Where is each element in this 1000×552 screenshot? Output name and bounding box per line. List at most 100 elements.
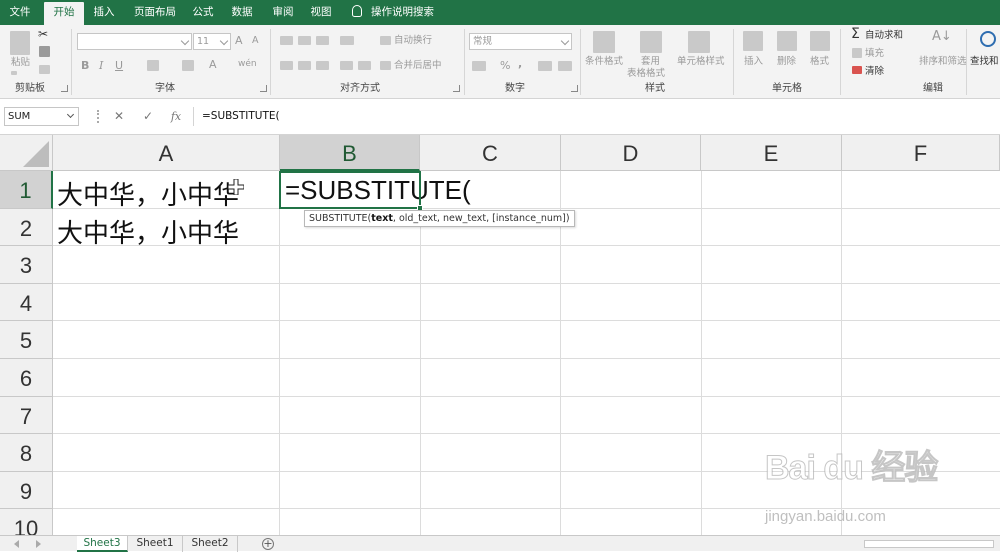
increase-decimal-icon[interactable] (538, 61, 552, 71)
tab-formulas[interactable]: 公式 (186, 0, 220, 25)
format-cells-icon[interactable] (810, 31, 830, 51)
paste-dropdown-icon[interactable] (11, 71, 17, 75)
row-header-7[interactable]: 7 (0, 397, 53, 434)
sheet-tab-sheet1[interactable]: Sheet1 (128, 536, 183, 552)
accounting-format-icon[interactable] (472, 61, 486, 71)
delete-cells-button[interactable]: 删除 (777, 56, 796, 68)
tab-data[interactable]: 数据 (224, 0, 260, 25)
scroll-right-icon[interactable] (36, 540, 41, 548)
name-box[interactable]: SUM (4, 107, 79, 126)
align-top-icon[interactable] (280, 36, 293, 45)
insert-cells-icon[interactable] (743, 31, 763, 51)
font-name-field[interactable] (77, 33, 192, 50)
eraser-icon[interactable] (852, 66, 862, 74)
format-as-table-line2[interactable]: 表格格式 (627, 68, 665, 80)
italic-button[interactable]: I (99, 59, 103, 72)
delete-cells-icon[interactable] (777, 31, 797, 51)
tab-file[interactable]: 文件 (0, 0, 40, 25)
row-header-2[interactable]: 2 (0, 209, 53, 246)
select-all-button[interactable] (0, 135, 53, 171)
format-as-table-line1[interactable]: 套用 (641, 56, 660, 68)
paste-icon[interactable] (10, 31, 30, 55)
cell-a2[interactable]: 大中华，小中华 (57, 213, 239, 250)
align-left-icon[interactable] (280, 61, 293, 70)
cell-a1[interactable]: 大中华，小中华 (57, 175, 239, 212)
sheet-tab-sheet3[interactable]: Sheet3 (77, 536, 128, 552)
conditional-formatting-icon[interactable] (593, 31, 615, 53)
merge-center-button[interactable]: 合并后居中 (394, 60, 442, 72)
grow-font-button[interactable]: A (235, 34, 243, 47)
orientation-icon[interactable] (340, 36, 354, 45)
paste-button-label[interactable]: 粘贴 (11, 57, 30, 69)
insert-function-button[interactable]: fx (164, 107, 188, 126)
row-header-6[interactable]: 6 (0, 359, 53, 397)
row-header-4[interactable]: 4 (0, 284, 53, 321)
align-right-icon[interactable] (316, 61, 329, 70)
find-select-button[interactable]: 查找和 (970, 56, 999, 68)
sheet-tab-sheet2[interactable]: Sheet2 (183, 536, 238, 552)
format-painter-icon[interactable] (39, 65, 50, 74)
add-sheet-button[interactable]: + (262, 538, 274, 550)
row-header-1[interactable]: 1 (0, 171, 53, 209)
autosum-button[interactable]: 自动求和 (865, 30, 903, 42)
fill-color-icon[interactable] (182, 60, 194, 71)
conditional-formatting-button[interactable]: 条件格式 (585, 56, 623, 68)
font-color-button[interactable]: A (209, 58, 217, 71)
fill-icon[interactable] (852, 48, 862, 58)
column-header-c[interactable]: C (420, 135, 561, 171)
tell-me-search[interactable]: 操作说明搜索 (352, 0, 434, 25)
tab-insert[interactable]: 插入 (84, 0, 124, 25)
tooltip-current-argument[interactable]: text (371, 213, 393, 224)
row-header-9[interactable]: 9 (0, 472, 53, 509)
column-header-d[interactable]: D (561, 135, 701, 171)
font-size-field[interactable]: 11 (193, 33, 231, 50)
format-cells-button[interactable]: 格式 (810, 56, 829, 68)
sort-filter-icon[interactable]: A↓ (932, 29, 952, 44)
cell-styles-icon[interactable] (688, 31, 710, 53)
shrink-font-button[interactable]: A (252, 35, 259, 46)
autosum-icon[interactable]: Σ (851, 26, 860, 42)
wrap-text-icon[interactable] (380, 36, 391, 45)
align-middle-icon[interactable] (298, 36, 311, 45)
sort-filter-button[interactable]: 排序和筛选 (919, 56, 967, 68)
align-bottom-icon[interactable] (316, 36, 329, 45)
grip-handle[interactable] (97, 110, 99, 123)
formula-input[interactable]: =SUBSTITUTE( (193, 107, 1000, 126)
column-header-e[interactable]: E (701, 135, 842, 171)
bold-button[interactable]: B (81, 59, 89, 72)
copy-icon[interactable] (39, 46, 50, 57)
tab-page-layout[interactable]: 页面布局 (128, 0, 182, 25)
font-launcher-icon[interactable] (260, 85, 267, 92)
insert-cells-button[interactable]: 插入 (744, 56, 763, 68)
underline-button[interactable]: U (115, 59, 123, 72)
decrease-indent-icon[interactable] (340, 61, 353, 70)
tab-home[interactable]: 开始 (44, 2, 84, 25)
clear-button[interactable]: 清除 (865, 66, 884, 78)
scroll-left-icon[interactable] (14, 540, 19, 548)
align-center-icon[interactable] (298, 61, 311, 70)
cell-styles-button[interactable]: 单元格样式 (677, 56, 725, 68)
row-header-10[interactable]: 10 (0, 509, 53, 535)
percent-button[interactable]: % (500, 59, 510, 72)
wrap-text-button[interactable]: 自动换行 (394, 35, 432, 47)
horizontal-scrollbar[interactable] (852, 539, 1000, 549)
find-select-icon[interactable] (980, 31, 996, 47)
column-header-a[interactable]: A (53, 135, 280, 171)
number-launcher-icon[interactable] (571, 85, 578, 92)
phonetic-button[interactable]: wén (238, 59, 257, 69)
row-header-8[interactable]: 8 (0, 434, 53, 472)
tooltip-function-name[interactable]: SUBSTITUTE( (309, 213, 371, 224)
decrease-decimal-icon[interactable] (558, 61, 572, 71)
row-header-3[interactable]: 3 (0, 246, 53, 284)
tab-review[interactable]: 审阅 (266, 0, 300, 25)
cut-icon[interactable]: ✂ (38, 27, 48, 41)
borders-icon[interactable] (147, 60, 159, 71)
merge-center-icon[interactable] (380, 61, 391, 70)
function-argument-tooltip[interactable]: SUBSTITUTE(text, old_text, new_text, [in… (304, 210, 575, 227)
clipboard-launcher-icon[interactable] (61, 85, 68, 92)
row-header-5[interactable]: 5 (0, 321, 53, 359)
cancel-formula-button[interactable]: ✕ (107, 107, 131, 126)
increase-indent-icon[interactable] (358, 61, 371, 70)
fill-button[interactable]: 填充 (865, 48, 884, 60)
tab-view[interactable]: 视图 (304, 0, 338, 25)
